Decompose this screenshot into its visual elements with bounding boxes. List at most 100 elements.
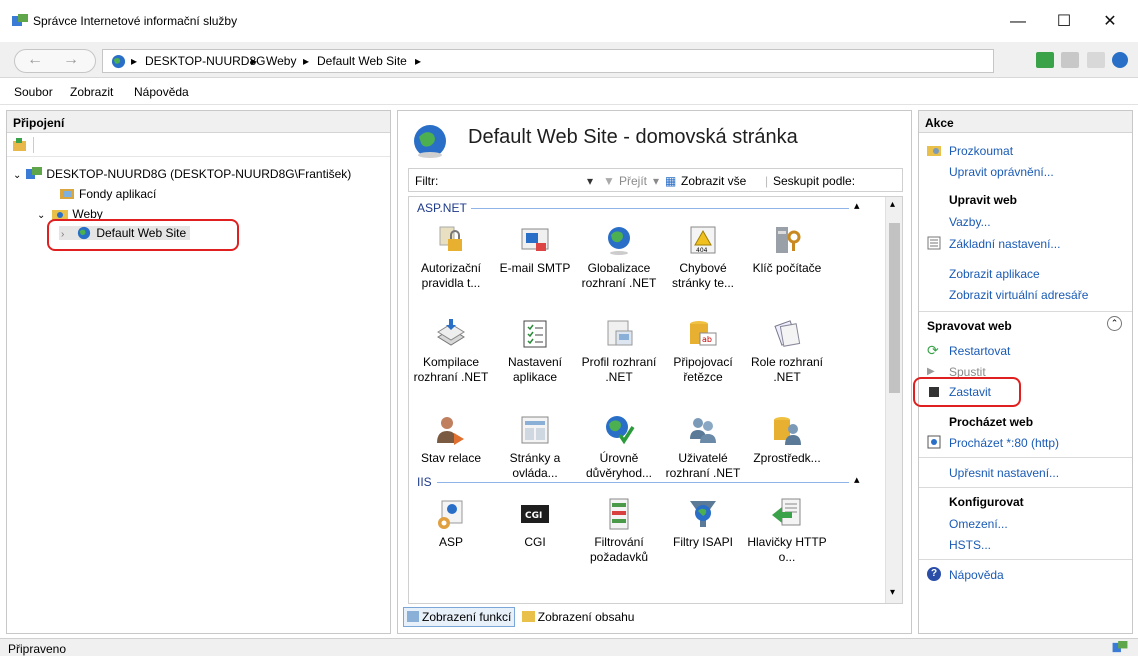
scroll-down-icon[interactable]: ▾ [890, 587, 895, 598]
section-configure: Konfigurovat [949, 495, 1024, 509]
action-browse-80[interactable]: Procházet *:80 (http) [949, 436, 1059, 450]
go-button[interactable]: Přejít [619, 174, 647, 188]
feature-session-state[interactable]: Stav relace [409, 413, 493, 466]
collapse-icon[interactable]: ▴ [854, 473, 860, 486]
feature-authorization[interactable]: Autorizační pravidla t... [409, 223, 493, 291]
stop-icon[interactable] [1061, 52, 1080, 68]
feature-providers[interactable]: Zprostředk... [745, 413, 829, 466]
feature-app-settings[interactable]: Nastavení aplikace [493, 317, 577, 385]
svg-text:ab: ab [702, 335, 712, 344]
tree-app-pools-label: Fondy aplikací [79, 187, 157, 201]
menu-help[interactable]: Nápověda [134, 85, 189, 99]
show-all-button[interactable]: Zobrazit vše [681, 174, 746, 188]
connect-icon[interactable] [12, 137, 28, 153]
scroll-up-icon[interactable]: ▴ [890, 199, 895, 210]
scrollbar-thumb[interactable] [889, 223, 900, 393]
feature-globalization[interactable]: Globalizace rozhraní .NET [577, 223, 661, 291]
action-limits[interactable]: Omezení... [949, 517, 1008, 531]
feature-asp[interactable]: ASP [409, 497, 493, 550]
menu-file[interactable]: Soubor [14, 85, 53, 99]
group-aspnet[interactable]: ASP.NET [417, 201, 467, 215]
breadcrumb-site[interactable]: Default Web Site [317, 54, 407, 68]
refresh-icon[interactable] [1035, 52, 1054, 68]
feature-label: Úrovně důvěryhod... [585, 451, 653, 480]
feature-smtp[interactable]: E-mail SMTP [493, 223, 577, 276]
feature-machine-key[interactable]: Klíč počítače [745, 223, 829, 276]
feature-trust-levels[interactable]: Úrovně důvěryhod... [577, 413, 661, 481]
action-bindings[interactable]: Vazby... [949, 215, 991, 229]
minimize-button[interactable]: — [995, 8, 1041, 36]
toolbar-divider [33, 137, 34, 153]
chevron-down-icon[interactable]: ⌄ [37, 210, 49, 221]
group-by-button[interactable]: Seskupit podle: [773, 174, 855, 188]
section-edit-site: Upravit web [949, 193, 1018, 207]
back-arrow-icon[interactable]: ← [27, 51, 43, 69]
go-dropdown-icon[interactable]: ▾ [653, 174, 659, 188]
action-view-virtual-directories[interactable]: Zobrazit virtuální adresáře [949, 288, 1088, 302]
home-icon[interactable] [1086, 52, 1105, 68]
action-hsts[interactable]: HSTS... [949, 538, 991, 552]
connections-panel: Připojení ⌄ DESKTOP-NUURD8G (DESKTOP-NUU… [6, 110, 391, 634]
feature-roles[interactable]: Role rozhraní .NET [745, 317, 829, 385]
feature-label: Role rozhraní .NET [750, 355, 824, 384]
group-iis[interactable]: IIS [417, 475, 432, 489]
feature-error-pages[interactable]: 404 Chybové stránky te... [661, 223, 745, 291]
iis-app-icon [12, 14, 28, 26]
connections-toolbar [7, 133, 390, 157]
feature-pages-controls[interactable]: Stránky a ovláda... [493, 413, 577, 481]
menu-view[interactable]: Zobrazit [70, 85, 113, 99]
feature-label: Zprostředk... [753, 451, 821, 465]
tree-server[interactable]: ⌄ DESKTOP-NUURD8G (DESKTOP-NUURD8G\Frant… [13, 167, 351, 181]
help-icon: ? [927, 567, 941, 581]
feature-label: Autorizační pravidla t... [420, 261, 482, 290]
action-explore[interactable]: Prozkoumat [949, 144, 1013, 158]
breadcrumb-sites[interactable]: Weby [266, 54, 296, 68]
feature-request-filtering[interactable]: Filtrování požadavků [577, 497, 661, 565]
feature-isapi-filters[interactable]: Filtry ISAPI [661, 497, 745, 550]
feature-compilation[interactable]: Kompilace rozhraní .NET [409, 317, 493, 385]
app-pool-icon [60, 189, 74, 199]
globe-icon [414, 125, 446, 158]
feature-connection-strings[interactable]: ab Připojovací řetězce [661, 317, 745, 385]
feature-cgi[interactable]: CGI CGI [493, 497, 577, 550]
browse-icon [927, 435, 941, 449]
action-advanced-settings[interactable]: Upřesnit nastavení... [949, 466, 1059, 480]
breadcrumb-sep-0: ▸ [131, 54, 138, 68]
action-basic-settings[interactable]: Základní nastavení... [949, 237, 1060, 251]
features-scrollbar[interactable]: ▴ ▾ [885, 197, 902, 603]
tree-app-pools[interactable]: Fondy aplikací [59, 187, 156, 201]
tab-features-view[interactable]: Zobrazení funkcí [403, 607, 516, 627]
feature-users[interactable]: Uživatelé rozhraní .NET [661, 413, 745, 481]
feature-http-headers[interactable]: Hlavičky HTTP o... [745, 497, 829, 565]
forward-arrow-icon[interactable]: → [63, 51, 79, 69]
breadcrumb[interactable]: ▸ DESKTOP-NUURD8G ▸ Weby ▸ Default Web S… [102, 49, 994, 73]
annotation-highlight-site [47, 219, 239, 251]
profile-icon [607, 320, 633, 346]
email-icon [521, 228, 549, 251]
tab-content-view[interactable]: Zobrazení obsahu [519, 608, 638, 626]
feature-label: Kompilace rozhraní .NET [413, 355, 489, 384]
database-string-icon: ab [690, 321, 717, 346]
feature-profile[interactable]: Profil rozhraní .NET [577, 317, 661, 385]
action-help[interactable]: Nápověda [949, 568, 1004, 582]
chevron-down-icon[interactable]: ⌄ [13, 170, 23, 181]
tab-features-label: Zobrazení funkcí [422, 610, 512, 624]
breadcrumb-sep-3: ▸ [415, 54, 422, 68]
filter-dropdown-icon[interactable]: ▾ [587, 174, 593, 188]
maximize-button[interactable]: ☐ [1041, 8, 1087, 36]
action-edit-permissions[interactable]: Upravit oprávnění... [949, 165, 1054, 179]
isapi-filter-icon [690, 501, 716, 527]
breadcrumb-server[interactable]: DESKTOP-NUURD8G [145, 54, 265, 68]
close-button[interactable]: ✕ [1087, 8, 1133, 36]
menu-bar: Soubor Zobrazit Nápověda [0, 79, 1138, 105]
connections-header: Připojení [7, 111, 390, 133]
action-view-applications[interactable]: Zobrazit aplikace [949, 267, 1040, 281]
collapse-icon[interactable]: ▴ [854, 199, 860, 212]
action-restart[interactable]: Restartovat [949, 344, 1010, 358]
help-dropdown-icon[interactable] [1112, 52, 1128, 68]
collapse-section-icon[interactable]: ⌃ [1107, 316, 1122, 331]
actions-header: Akce [919, 111, 1132, 133]
feature-label: Uživatelé rozhraní .NET [665, 451, 741, 480]
globe-icon [111, 54, 126, 69]
feature-label: CGI [524, 535, 546, 549]
